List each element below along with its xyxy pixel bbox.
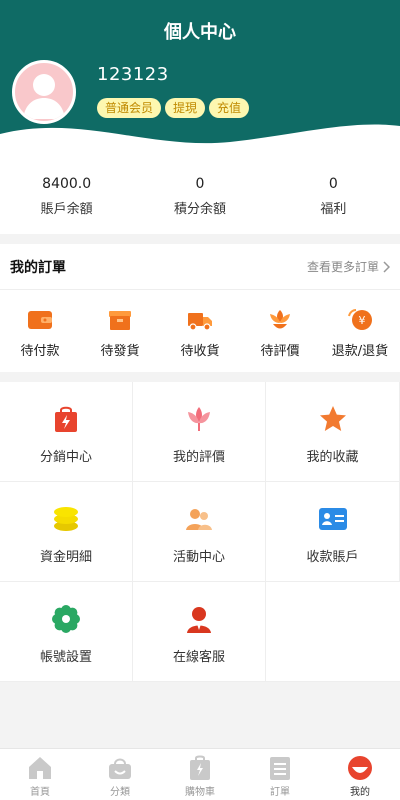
header-wave bbox=[0, 124, 400, 160]
order-item-label: 待發貨 bbox=[100, 344, 140, 359]
order-item-label: 待收貨 bbox=[180, 344, 220, 359]
nav-label: 我的 bbox=[350, 787, 370, 798]
stat-value: 0 bbox=[328, 176, 338, 192]
service-label: 我的收藏 bbox=[306, 450, 359, 465]
member-level-badge: 普通会员 bbox=[97, 98, 162, 118]
wallet-icon bbox=[28, 311, 52, 329]
stat-points[interactable]: 0 積分余額 bbox=[133, 160, 266, 234]
service-label: 收款賬戶 bbox=[306, 550, 359, 565]
order-pending-review[interactable]: 待評價 bbox=[240, 290, 320, 372]
order-item-label: 待評價 bbox=[260, 344, 300, 359]
bottom-nav: 首頁 分類 購物車 訂單 我的 bbox=[0, 748, 400, 800]
truck-icon bbox=[188, 313, 212, 331]
tulip-icon bbox=[188, 407, 210, 431]
service-label: 我的評價 bbox=[172, 450, 225, 465]
order-pending-shipment[interactable]: 待發貨 bbox=[80, 290, 160, 372]
stat-label: 福利 bbox=[320, 202, 347, 217]
default-avatar-icon bbox=[23, 74, 65, 119]
orders-header: 我的訂單 查看更多訂單 bbox=[0, 244, 400, 290]
nav-label: 分類 bbox=[110, 787, 130, 798]
nav-cart[interactable]: 購物車 bbox=[160, 749, 240, 800]
user-icon bbox=[348, 756, 372, 780]
nav-mine[interactable]: 我的 bbox=[320, 749, 400, 800]
chevron-right-icon bbox=[383, 260, 390, 273]
service-account-settings[interactable]: 帳號設置 bbox=[0, 582, 133, 682]
withdraw-button[interactable]: 提現 bbox=[165, 98, 206, 118]
view-more-label: 查看更多訂單 bbox=[306, 260, 379, 274]
service-label: 資金明細 bbox=[39, 550, 92, 565]
star-icon bbox=[319, 406, 346, 431]
service-label: 在線客服 bbox=[172, 650, 225, 665]
stat-welfare[interactable]: 0 福利 bbox=[267, 160, 400, 234]
nav-label: 購物車 bbox=[185, 787, 215, 798]
gear-icon bbox=[52, 605, 80, 633]
list-icon bbox=[270, 757, 290, 780]
service-activity-center[interactable]: 活動中心 bbox=[133, 482, 266, 582]
profile-header: 個人中心 123123 普通会员 提現 充值 bbox=[0, 0, 400, 160]
view-more-orders-link[interactable]: 查看更多訂單 bbox=[307, 258, 390, 275]
coins-icon bbox=[54, 507, 78, 531]
orders-title: 我的訂單 bbox=[10, 259, 66, 276]
order-item-label: 待付款 bbox=[20, 344, 60, 359]
service-my-reviews[interactable]: 我的評價 bbox=[133, 382, 266, 482]
service-label: 帳號設置 bbox=[39, 650, 92, 665]
id-card-icon bbox=[318, 508, 347, 530]
nav-category[interactable]: 分類 bbox=[80, 749, 160, 800]
stat-label: 賬戶余額 bbox=[40, 202, 93, 217]
recharge-button[interactable]: 充值 bbox=[209, 98, 250, 118]
stat-value: 0 bbox=[195, 176, 205, 192]
empty-cell bbox=[266, 582, 400, 682]
box-icon bbox=[109, 311, 131, 330]
services-grid: 分銷中心 我的評價 我的收藏 資金明細 活動中心 收款賬戶 帳號設置 在線客服 bbox=[0, 382, 400, 682]
account-stats: 8400.0 賬戶余額 0 積分余額 0 福利 bbox=[0, 160, 400, 234]
flower-icon bbox=[270, 310, 290, 329]
service-distribution-center[interactable]: 分銷中心 bbox=[0, 382, 133, 482]
service-payment-accounts[interactable]: 收款賬戶 bbox=[266, 482, 400, 582]
username: 123123 bbox=[97, 64, 169, 85]
profile-page: 個人中心 123123 普通会员 提現 充值 8400.0 賬戶余額 0 積分余… bbox=[0, 0, 400, 800]
order-refund-return[interactable]: ¥ 退款/退貨 bbox=[320, 290, 400, 372]
svg-text:¥: ¥ bbox=[359, 314, 366, 327]
stat-label: 積分余額 bbox=[173, 202, 226, 217]
refund-icon: ¥ bbox=[348, 309, 372, 330]
home-icon bbox=[29, 757, 51, 779]
agent-icon bbox=[187, 607, 211, 633]
stat-balance[interactable]: 8400.0 賬戶余額 bbox=[0, 160, 133, 234]
service-online-support[interactable]: 在線客服 bbox=[133, 582, 266, 682]
order-pending-payment[interactable]: 待付款 bbox=[0, 290, 80, 372]
order-status-row: 待付款 待發貨 待收貨 待評價 ¥ 退款/退貨 bbox=[0, 290, 400, 372]
order-pending-receipt[interactable]: 待收貨 bbox=[160, 290, 240, 372]
service-label: 分銷中心 bbox=[39, 450, 92, 465]
nav-label: 首頁 bbox=[30, 787, 50, 798]
stat-value: 8400.0 bbox=[42, 176, 92, 192]
nav-label: 訂單 bbox=[270, 787, 290, 798]
nav-home[interactable]: 首頁 bbox=[0, 749, 80, 800]
member-tags: 普通会员 提現 充值 bbox=[97, 98, 250, 118]
avatar[interactable] bbox=[12, 60, 76, 124]
basket-icon bbox=[109, 758, 131, 779]
service-fund-details[interactable]: 資金明細 bbox=[0, 482, 133, 582]
page-title: 個人中心 bbox=[164, 22, 236, 43]
my-orders-section: 我的訂單 查看更多訂單 待付款 待發貨 待收貨 待評價 ¥ 退款/退貨 bbox=[0, 244, 400, 372]
nav-orders[interactable]: 訂單 bbox=[240, 749, 320, 800]
service-my-favorites[interactable]: 我的收藏 bbox=[266, 382, 400, 482]
order-item-label: 退款/退貨 bbox=[331, 344, 389, 359]
cart-icon bbox=[190, 755, 210, 780]
shopping-bag-icon bbox=[55, 406, 77, 432]
people-icon bbox=[186, 509, 212, 530]
service-label: 活動中心 bbox=[172, 550, 225, 565]
